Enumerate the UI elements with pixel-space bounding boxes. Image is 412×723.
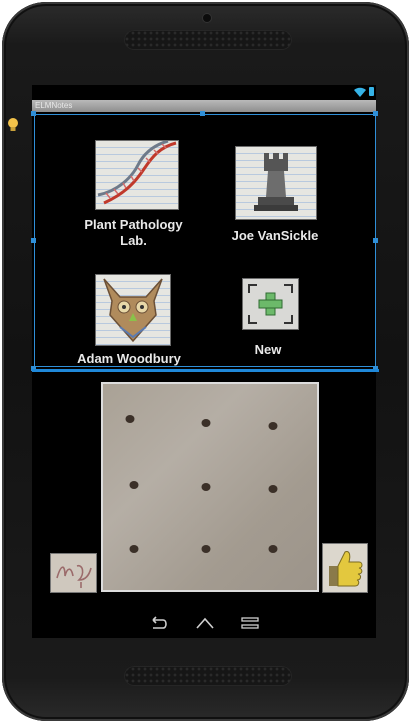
owl-drawing-icon (103, 278, 163, 343)
pane-divider[interactable] (32, 369, 379, 372)
contact-label-plant-pathology[interactable]: Plant Pathology Lab. (80, 217, 187, 249)
add-contact-icon (248, 284, 293, 324)
recents-icon[interactable] (239, 614, 261, 632)
contact-label-new[interactable]: New (230, 342, 306, 358)
front-camera (203, 14, 211, 22)
pattern-dot-6[interactable] (268, 485, 278, 493)
pattern-dot-2[interactable] (201, 419, 211, 427)
thumbs-up-button[interactable] (322, 543, 368, 593)
resize-handle-left[interactable] (31, 238, 36, 243)
signature-button[interactable] (50, 553, 97, 593)
resize-handle-right[interactable] (373, 238, 378, 243)
pattern-dot-7[interactable] (129, 545, 139, 553)
back-icon[interactable] (147, 614, 169, 632)
top-speaker-grille (124, 30, 292, 50)
app-title: ELMNotes (35, 101, 73, 110)
contact-thumb-new[interactable] (242, 278, 299, 330)
pattern-dot-1[interactable] (125, 415, 135, 423)
pattern-dot-5[interactable] (201, 483, 211, 491)
contact-thumb-joe-vansickle[interactable] (235, 146, 317, 220)
lightbulb-icon[interactable] (7, 117, 19, 133)
contact-thumb-plant-pathology[interactable] (95, 140, 179, 210)
resize-handle-top-right[interactable] (373, 111, 378, 116)
resize-handle-top[interactable] (200, 111, 205, 116)
home-icon[interactable] (193, 614, 217, 632)
pattern-dot-3[interactable] (268, 422, 278, 430)
gesture-pattern-board[interactable] (101, 382, 319, 592)
thumbs-up-icon (329, 551, 363, 587)
pattern-dot-4[interactable] (129, 481, 139, 489)
resize-handle-top-left[interactable] (31, 111, 36, 116)
pattern-dot-8[interactable] (201, 545, 211, 553)
system-nav-bar (32, 610, 376, 638)
signature-drawing-icon (56, 564, 92, 588)
rook-drawing-icon (254, 153, 298, 211)
battery-icon (369, 87, 374, 96)
pattern-dot-9[interactable] (268, 545, 278, 553)
wifi-icon (354, 87, 366, 97)
status-bar (32, 85, 376, 99)
bottom-speaker-grille (124, 666, 292, 686)
contact-label-adam-woodbury[interactable]: Adam Woodbury (70, 351, 188, 367)
contact-thumb-adam-woodbury[interactable] (95, 274, 171, 346)
dna-drawing-icon (97, 141, 177, 205)
contact-label-joe-vansickle[interactable]: Joe VanSickle (215, 228, 335, 244)
